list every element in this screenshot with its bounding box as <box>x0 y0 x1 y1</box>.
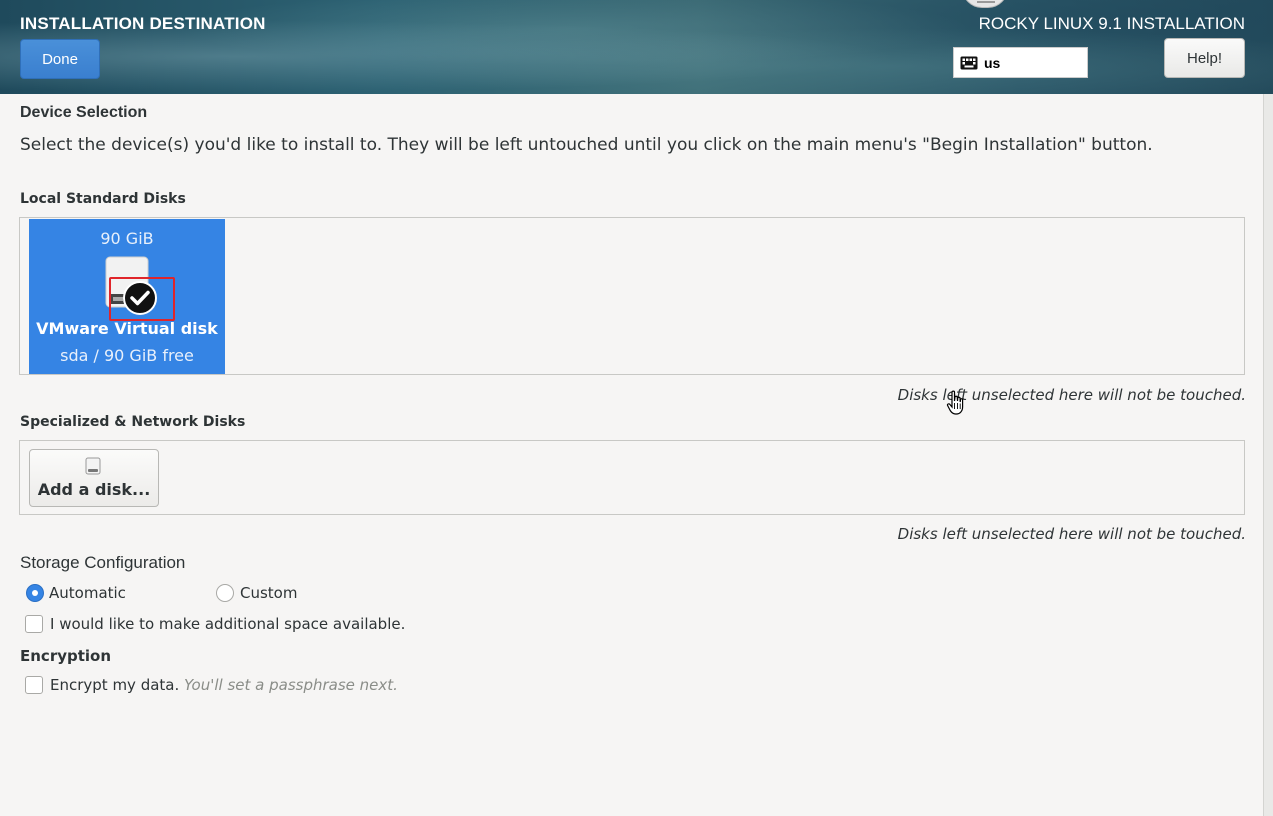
encryption-title: Encryption <box>20 647 112 665</box>
scrollbar[interactable] <box>1263 94 1273 816</box>
encrypt-checkbox[interactable] <box>25 676 43 694</box>
add-disk-button[interactable]: Add a disk... <box>29 449 159 507</box>
selection-highlight-box <box>109 277 175 321</box>
encrypt-hint: You'll set a passphrase next. <box>184 676 398 694</box>
page-title: INSTALLATION DESTINATION <box>20 14 266 33</box>
network-disks-note: Disks left unselected here will not be t… <box>897 525 1246 543</box>
network-disks-panel: Add a disk... <box>19 440 1245 515</box>
hand-pointer-cursor-icon <box>946 390 964 415</box>
disk-size: 90 GiB <box>100 229 154 248</box>
automatic-radio[interactable] <box>26 584 44 602</box>
device-selection-title: Device Selection <box>20 104 148 121</box>
disk-detail: sda / 90 GiB free <box>60 346 194 365</box>
disk-tile-sda[interactable]: 90 GiB VMware Virtual disk sda / 90 GiB … <box>29 219 225 374</box>
local-disks-panel: 90 GiB VMware Virtual disk sda / 90 GiB … <box>19 217 1245 375</box>
encrypt-label: Encrypt my data. <box>50 676 180 694</box>
header-bar: INSTALLATION DESTINATION Done ROCKY LINU… <box>0 0 1273 94</box>
automatic-label[interactable]: Automatic <box>49 584 126 602</box>
device-selection-description: Select the device(s) you'd like to insta… <box>20 135 1153 155</box>
keyboard-icon <box>960 56 978 69</box>
additional-space-checkbox[interactable] <box>25 615 43 633</box>
custom-label[interactable]: Custom <box>240 584 297 602</box>
local-disks-heading: Local Standard Disks <box>20 191 186 207</box>
done-button[interactable]: Done <box>20 39 100 79</box>
network-disks-heading: Specialized & Network Disks <box>20 414 246 430</box>
help-button[interactable]: Help! <box>1164 38 1245 78</box>
disk-name: VMware Virtual disk <box>36 319 218 338</box>
disk-icon <box>85 457 101 475</box>
keyboard-layout-label: us <box>984 54 1001 71</box>
product-title: ROCKY LINUX 9.1 INSTALLATION <box>978 14 1245 33</box>
encrypt-option[interactable]: Encrypt my data. You'll set a passphrase… <box>50 676 398 694</box>
add-disk-label: Add a disk... <box>37 480 151 499</box>
custom-radio[interactable] <box>216 584 234 602</box>
keyboard-layout-indicator[interactable]: us <box>953 47 1088 78</box>
additional-space-label[interactable]: I would like to make additional space av… <box>50 615 405 633</box>
storage-configuration-title: Storage Configuration <box>20 553 186 572</box>
installer-tab-icon <box>962 0 1008 8</box>
